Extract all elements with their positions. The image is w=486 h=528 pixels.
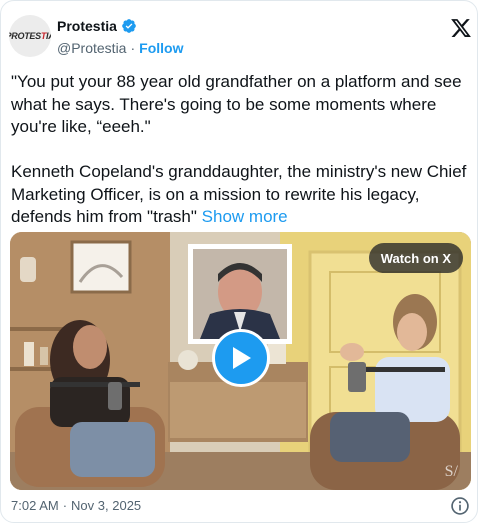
show-more-link[interactable]: Show more	[202, 207, 288, 226]
x-logo-icon[interactable]	[450, 17, 472, 39]
author-name-row: Protestia	[57, 18, 137, 34]
handle-row: @Protestia · Follow	[57, 40, 183, 56]
tweet-date[interactable]: Nov 3, 2025	[71, 498, 141, 513]
verified-badge-icon	[122, 19, 136, 33]
timestamp-row[interactable]: 7:02 AM · Nov 3, 2025	[11, 498, 141, 513]
tweet-embed-card: PROTESTIA Protestia @Protestia · Follow …	[0, 0, 478, 523]
tweet-text: "You put your 88 year old grandfather on…	[11, 71, 473, 229]
timestamp-separator: ·	[62, 498, 68, 513]
video-watermark: S/	[445, 463, 459, 480]
video-media[interactable]: S/ Watch on X	[10, 232, 471, 490]
avatar-logo-text: PROTESTIA	[9, 31, 51, 41]
play-icon	[233, 347, 251, 369]
info-icon[interactable]	[450, 496, 470, 516]
author-name[interactable]: Protestia	[57, 18, 117, 34]
tweet-paragraph-1: "You put your 88 year old grandfather on…	[11, 72, 462, 136]
watch-on-x-button[interactable]: Watch on X	[368, 243, 463, 273]
play-button[interactable]	[212, 329, 270, 387]
tweet-time[interactable]: 7:02 AM	[11, 498, 59, 513]
avatar[interactable]: PROTESTIA	[9, 15, 51, 57]
separator-dot: ·	[130, 40, 136, 56]
author-handle[interactable]: @Protestia	[57, 40, 126, 56]
follow-button[interactable]: Follow	[139, 40, 183, 56]
